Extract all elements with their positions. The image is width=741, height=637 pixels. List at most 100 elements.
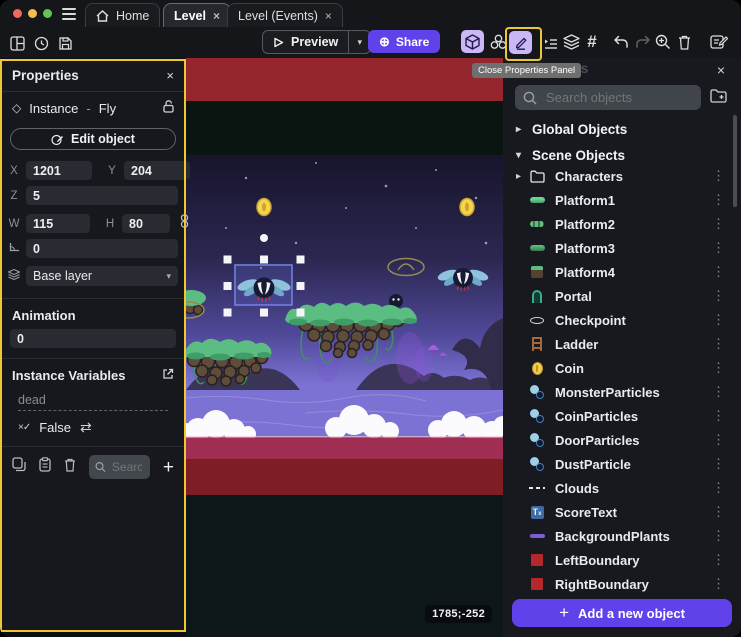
object-list-item[interactable]: MonsterParticles⋮ — [503, 380, 737, 404]
object-list-item[interactable]: Clouds⋮ — [503, 476, 737, 500]
close-objects-panel-icon[interactable]: × — [717, 62, 725, 78]
object-list-item[interactable]: DustParticle⋮ — [503, 452, 737, 476]
home-icon — [96, 10, 109, 22]
object-list-item[interactable]: DoorParticles⋮ — [503, 428, 737, 452]
lock-ratio-icon[interactable] — [180, 214, 189, 233]
object-groups-icon[interactable] — [487, 31, 509, 53]
object-list-item[interactable]: Checkpoint⋮ — [503, 308, 737, 332]
delete-variable-icon[interactable] — [64, 458, 76, 477]
3d-view-icon[interactable] — [461, 30, 484, 53]
animation-input[interactable] — [10, 329, 176, 348]
variable-name[interactable]: dead — [18, 393, 168, 411]
copy-icon[interactable] — [12, 457, 26, 477]
object-menu-icon[interactable]: ⋮ — [712, 408, 737, 424]
edit-pen-icon[interactable] — [509, 31, 532, 54]
section-global-objects[interactable]: ▸ Global Objects — [503, 118, 733, 140]
layout-panels-icon[interactable] — [8, 34, 26, 52]
close-tab-icon[interactable]: × — [213, 10, 220, 22]
unlock-icon[interactable] — [163, 100, 174, 116]
y-label: Y — [106, 165, 118, 177]
object-menu-icon[interactable]: ⋮ — [712, 216, 737, 232]
coin-sprite[interactable] — [257, 199, 271, 216]
object-menu-icon[interactable]: ⋮ — [712, 360, 737, 376]
tab-home[interactable]: Home — [85, 3, 160, 27]
history-icon[interactable] — [32, 34, 50, 52]
expand-arrow-icon[interactable]: ▸ — [516, 171, 524, 182]
object-list-item[interactable]: Ladder⋮ — [503, 332, 737, 356]
object-list-item[interactable]: CoinParticles⋮ — [503, 404, 737, 428]
object-menu-icon[interactable]: ⋮ — [712, 480, 737, 496]
add-folder-icon[interactable] — [710, 88, 728, 109]
edit-object-button[interactable]: Edit object — [10, 128, 176, 150]
tab-level[interactable]: Level × — [163, 3, 231, 27]
trash-icon[interactable] — [674, 32, 694, 52]
object-list-item[interactable]: Coin⋮ — [503, 356, 737, 380]
object-name: RightBoundary — [555, 577, 649, 592]
object-menu-icon[interactable]: ⋮ — [712, 504, 737, 520]
instances-list-icon[interactable] — [543, 34, 559, 52]
menu-icon[interactable] — [62, 8, 76, 20]
coin-sprite[interactable] — [460, 199, 474, 216]
section-scene-objects[interactable]: ▾ Scene Objects — [503, 144, 733, 166]
object-list-item[interactable]: LeftBoundary⋮ — [503, 548, 737, 572]
object-list-item[interactable]: TxScoreText⋮ — [503, 500, 737, 524]
preview-dropdown-icon[interactable]: ▾ — [348, 31, 370, 53]
undo-icon[interactable] — [611, 32, 631, 52]
object-list-item[interactable]: Platform3⋮ — [503, 236, 737, 260]
object-menu-icon[interactable]: ⋮ — [712, 432, 737, 448]
close-traffic-light[interactable] — [13, 9, 22, 18]
variable-search-box[interactable] — [89, 455, 150, 479]
add-object-button[interactable]: + Add a new object — [512, 599, 732, 627]
layers-icon[interactable] — [561, 32, 581, 52]
object-list-item[interactable]: Portal⋮ — [503, 284, 737, 308]
object-menu-icon[interactable]: ⋮ — [712, 240, 737, 256]
object-list-item[interactable]: BackgroundPlants⋮ — [503, 524, 737, 548]
redo-icon[interactable] — [633, 32, 653, 52]
zoom-in-icon[interactable] — [653, 32, 673, 52]
object-menu-icon[interactable]: ⋮ — [712, 336, 737, 352]
object-menu-icon[interactable]: ⋮ — [712, 552, 737, 568]
object-menu-icon[interactable]: ⋮ — [712, 528, 737, 544]
width-input[interactable] — [26, 214, 90, 233]
variable-search-input[interactable] — [110, 459, 144, 475]
minimize-traffic-light[interactable] — [28, 9, 37, 18]
toggle-boolean-icon[interactable]: ⇄ — [80, 419, 92, 436]
add-variable-button[interactable]: + — [163, 458, 174, 477]
save-icon[interactable] — [56, 34, 74, 52]
scene-canvas[interactable]: 1785;-252 — [186, 58, 503, 637]
open-in-editor-icon[interactable] — [162, 368, 174, 383]
objects-search-input[interactable] — [544, 89, 684, 106]
height-input[interactable] — [122, 214, 170, 233]
z-input[interactable] — [26, 186, 178, 205]
object-list-item[interactable]: Platform1⋮ — [503, 188, 737, 212]
close-tab-icon[interactable]: × — [325, 10, 332, 22]
y-input[interactable] — [124, 161, 190, 180]
object-menu-icon[interactable]: ⋮ — [712, 288, 737, 304]
preview-button[interactable]: Preview ▾ — [262, 30, 371, 54]
scene-properties-icon[interactable] — [707, 31, 731, 53]
object-list-item[interactable]: Platform2⋮ — [503, 212, 737, 236]
scrollbar-thumb[interactable] — [733, 115, 737, 207]
x-input[interactable] — [26, 161, 92, 180]
maximize-traffic-light[interactable] — [43, 9, 52, 18]
paste-icon[interactable] — [39, 457, 51, 477]
object-list-item[interactable]: Platform4⋮ — [503, 260, 737, 284]
grid-icon[interactable]: # — [582, 32, 602, 52]
object-list-item[interactable]: ▸Characters⋮ — [503, 164, 737, 188]
object-menu-icon[interactable]: ⋮ — [712, 384, 737, 400]
object-list-item[interactable]: RightBoundary ⋮ — [503, 572, 737, 596]
close-properties-icon[interactable]: × — [166, 68, 174, 83]
object-menu-icon[interactable]: ⋮ — [712, 264, 737, 280]
object-menu-icon[interactable]: ⋮ — [712, 576, 737, 592]
angle-input[interactable] — [26, 239, 178, 258]
tab-level-events[interactable]: Level (Events) × — [227, 3, 343, 27]
object-menu-icon[interactable]: ⋮ — [712, 456, 737, 472]
objects-search-box[interactable] — [515, 85, 701, 110]
folder-icon — [528, 168, 546, 184]
share-button[interactable]: ⊕ Share — [368, 30, 440, 53]
boundary-icon — [528, 552, 546, 568]
variable-value[interactable]: False — [39, 420, 71, 435]
rotation-handle[interactable] — [260, 234, 268, 242]
layer-select[interactable]: Base layer ▾ — [26, 266, 178, 286]
object-menu-icon[interactable]: ⋮ — [712, 312, 737, 328]
